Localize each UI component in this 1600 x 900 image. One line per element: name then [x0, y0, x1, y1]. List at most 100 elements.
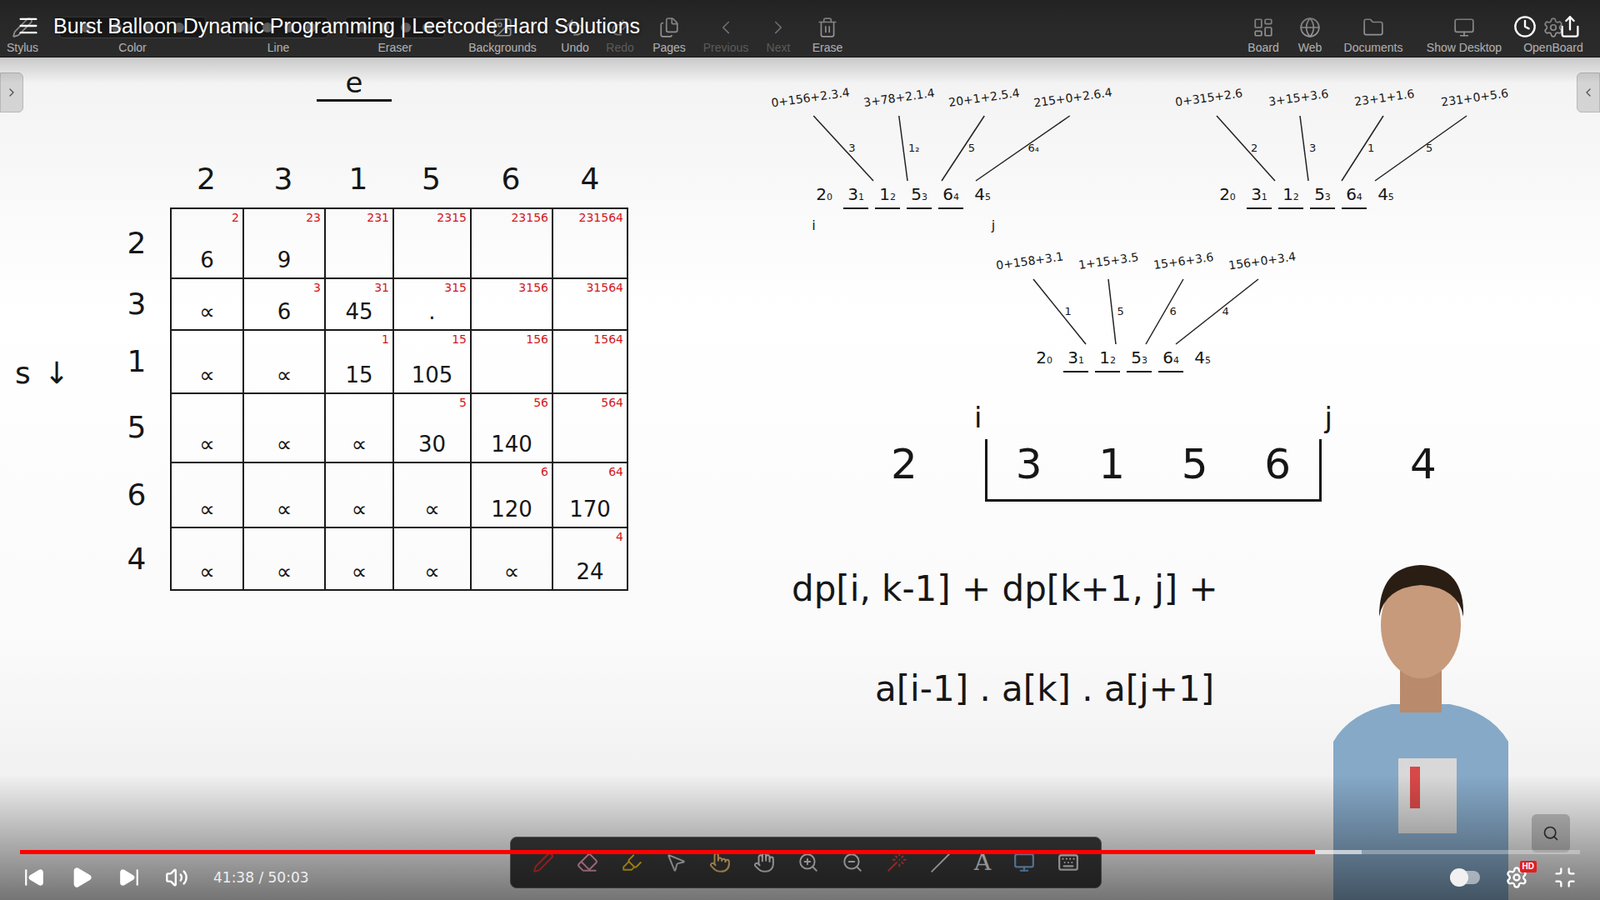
column-header: 3 — [242, 149, 325, 208]
whiteboard[interactable]: e2315642262392312315231562315643∝3631453… — [0, 57, 1600, 900]
diagram-number: 31 — [843, 184, 869, 210]
zoom-handle[interactable] — [1531, 814, 1570, 853]
diagram-number: 45 — [970, 184, 995, 210]
toolbar-button[interactable]: Documents — [1331, 0, 1415, 57]
toolbar-label: Undo — [560, 40, 589, 55]
row-label: 2 — [103, 207, 170, 278]
tool-9-icon — [767, 16, 790, 39]
dp-table: 2315642262392312315231562315643∝36314531… — [103, 149, 629, 591]
toolbar-button[interactable]: Next — [755, 0, 802, 57]
previous-icon[interactable] — [23, 866, 45, 889]
palette-tool-4-icon[interactable] — [709, 851, 731, 874]
keyboard-icon[interactable] — [1057, 851, 1080, 874]
controls-left: 41:38 / 50:03 — [23, 865, 310, 890]
formula-line: a[i-1] . a[k] . a[j+1] — [875, 667, 1219, 711]
term-row: 0+156+2.3.43+78+2.1.420+1+2.5.4215+0+2.6… — [770, 90, 1113, 105]
table-cell: 424 — [551, 526, 629, 591]
palette-tool-7-icon[interactable] — [841, 851, 864, 874]
cell-tag: 4 — [615, 530, 624, 544]
capture-icon[interactable] — [1013, 851, 1035, 874]
cell-tag: 56 — [533, 395, 549, 410]
toolbar-label: Backgrounds — [468, 40, 537, 55]
table-cell: 315. — [392, 277, 470, 330]
diagram-term: 215+0+2.6.4 — [1033, 85, 1114, 110]
diagram-number: 20 — [1031, 347, 1057, 373]
diagram-number: 20 — [811, 184, 837, 210]
sequence-number: 6 — [1264, 439, 1291, 490]
palette-tool-2-icon[interactable] — [620, 851, 643, 874]
table-cell: 6120 — [470, 461, 552, 527]
cell-tag: 31564 — [585, 280, 624, 295]
balloon-sequence: 2i3156j4 — [866, 439, 1461, 502]
palette-tool-0-icon[interactable] — [532, 851, 555, 874]
recursion-diagram: 0+156+2.3.43+78+2.1.420+1+2.5.4215+0+2.6… — [770, 90, 1113, 250]
top-shade — [0, 0, 1600, 84]
video-player: StylusColorLineEraserBackgroundsUndoRedo… — [0, 0, 1600, 900]
start-mark: i — [974, 400, 982, 435]
tool-10-icon — [816, 16, 839, 39]
toolbar-button[interactable]: Show Desktop — [1415, 0, 1514, 57]
watch-later-icon[interactable] — [1513, 15, 1537, 39]
menu-icon[interactable] — [16, 14, 40, 38]
palette-tool-6-icon[interactable] — [797, 851, 820, 874]
direction-note: s↓ — [15, 355, 70, 390]
corner-cell — [103, 149, 170, 208]
toolbar-button[interactable]: Previous — [696, 0, 755, 57]
diagram-number: 12 — [875, 184, 900, 210]
table-cell: 530 — [392, 392, 470, 462]
toolbar-label: Show Desktop — [1426, 40, 1502, 55]
right-tab[interactable] — [1576, 72, 1600, 113]
toolbar-button[interactable]: Stylus — [0, 0, 45, 57]
palette-tool-8-icon[interactable] — [885, 851, 908, 874]
play-icon[interactable] — [70, 865, 94, 890]
search-icon — [1542, 825, 1560, 842]
diagram-term: 1+15+3.5 — [1077, 250, 1140, 272]
table-cell: ∝ — [170, 277, 243, 330]
stylus-palette: A — [510, 836, 1102, 889]
table-cell: ∝ — [242, 526, 325, 591]
diagram-term: 0+156+2.3.4 — [770, 85, 850, 110]
toolbar-label: OpenBoard — [1523, 40, 1584, 55]
video-title[interactable]: Burst Balloon Dynamic Programming | Leet… — [53, 13, 640, 39]
next-icon[interactable] — [118, 866, 140, 889]
player-controls: 41:38 / 50:03 HD — [23, 855, 1577, 900]
toolbar-label: Redo — [605, 40, 634, 55]
toolbar-button[interactable]: Pages — [641, 0, 697, 57]
column-header: 4 — [551, 149, 629, 208]
tool-23-icon — [1453, 16, 1475, 39]
share-icon[interactable] — [1558, 15, 1582, 39]
toolbar-button[interactable]: OpenBoard — [1513, 0, 1594, 57]
palette-tool-5-icon[interactable] — [753, 851, 775, 874]
toolbar-button[interactable]: Erase — [801, 0, 854, 57]
volume-icon[interactable] — [165, 865, 189, 890]
diagram-term: 23+1+1.6 — [1354, 86, 1416, 109]
sequence-number: 3 — [1015, 439, 1043, 490]
table-cell: ∝ — [170, 329, 243, 393]
toolbar-button[interactable]: Board — [1238, 0, 1289, 57]
cell-tag: 23 — [305, 210, 321, 225]
cell-tag: 31 — [374, 280, 390, 295]
exit-fullscreen-icon[interactable] — [1553, 865, 1577, 890]
progress-bar[interactable] — [20, 850, 1580, 855]
controls-right: HD — [1450, 865, 1577, 890]
toolbar-label: Color — [118, 40, 146, 55]
toolbar-button[interactable]: Web — [1288, 0, 1332, 57]
cell-tag: 5 — [459, 395, 467, 410]
palette-tool-9-icon[interactable] — [930, 851, 952, 874]
column-header: 1 — [324, 149, 393, 208]
branch-label: 3 — [848, 141, 855, 155]
table-cell: 231564 — [551, 207, 629, 278]
diagram-number: 64 — [938, 184, 964, 210]
autoplay-toggle[interactable] — [1450, 870, 1480, 885]
tool-22-icon — [1362, 16, 1385, 39]
palette-tool-1-icon[interactable] — [576, 851, 599, 874]
left-tab[interactable] — [0, 72, 24, 113]
cell-tag: 156 — [525, 332, 549, 346]
cell-tag: 231564 — [579, 210, 624, 225]
tool-8-icon — [715, 16, 737, 39]
diagram-number: 53 — [1126, 347, 1152, 373]
palette-tool-3-icon[interactable] — [665, 851, 687, 874]
settings-button[interactable]: HD — [1505, 865, 1529, 890]
diagram-term: 20+1+2.5.4 — [947, 85, 1020, 110]
table-cell: 26 — [170, 207, 243, 278]
